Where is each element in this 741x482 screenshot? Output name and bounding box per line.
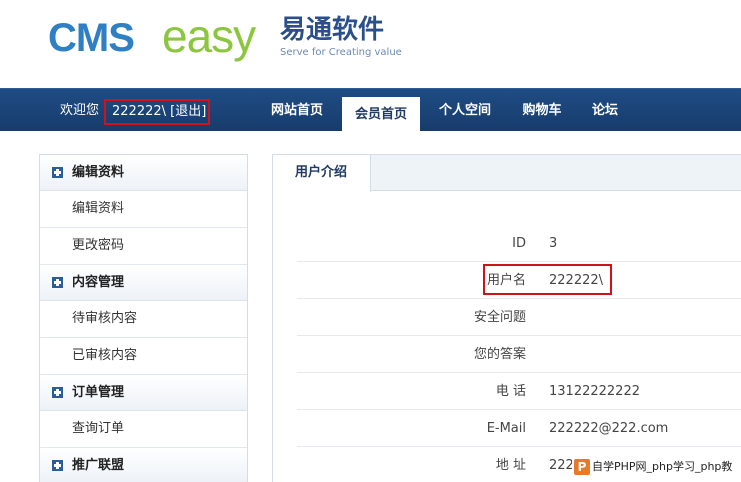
info-row-phone: 电 话 13122222222 [297, 373, 741, 410]
sidebar-item-change-password[interactable]: 更改密码 [40, 228, 247, 265]
logo-chinese-name: 易通软件 [280, 15, 385, 45]
info-value: 222222@222.com [549, 421, 669, 436]
member-sidebar: 编辑资料 编辑资料 更改密码 内容管理 待审核内容 已审核内容 订单管理 查询订… [39, 154, 248, 482]
logo-easy[interactable]: easy [162, 10, 256, 62]
nav-shopping-cart[interactable]: 购物车 [510, 89, 574, 132]
username-logout-link[interactable]: 222222\ [退出] [104, 99, 210, 125]
info-label: 安全问题 [473, 310, 526, 325]
sidebar-item-pending-content[interactable]: 待审核内容 [40, 301, 247, 338]
user-info-panel: 用户介绍 ID 3 用户名 222222\ 安全问题 您的答案 电 话 1312… [272, 154, 741, 482]
sidebar-section-order-management[interactable]: 订单管理 [40, 375, 247, 411]
sidebar-item-query-orders[interactable]: 查询订单 [40, 411, 247, 448]
welcome-text: 欢迎您 [60, 103, 100, 118]
tab-user-intro[interactable]: 用户介绍 [273, 155, 371, 192]
nav-site-home[interactable]: 网站首页 [258, 89, 336, 132]
info-row-email: E-Mail 222222@222.com [297, 410, 741, 447]
info-label: 地 址 [495, 458, 526, 473]
expand-plus-icon[interactable] [52, 167, 63, 178]
nav-forum[interactable]: 论坛 [582, 89, 628, 132]
expand-plus-icon[interactable] [52, 277, 63, 288]
sidebar-item-edit-profile[interactable]: 编辑资料 [40, 191, 247, 228]
info-label: 电 话 [495, 384, 526, 399]
info-row-security-question: 安全问题 [297, 299, 741, 336]
sidebar-section-title: 编辑资料 [72, 165, 125, 180]
info-row-security-answer: 您的答案 [297, 336, 741, 373]
sidebar-section-affiliate[interactable]: 推广联盟 [40, 448, 247, 482]
php-site-logo-icon: P [574, 459, 590, 475]
sidebar-section-edit-profile[interactable]: 编辑资料 [40, 155, 247, 191]
sidebar-section-title: 推广联盟 [72, 458, 125, 473]
logo-slogan: Serve for Creating value [280, 47, 402, 58]
sidebar-section-title: 订单管理 [72, 385, 125, 400]
info-value: 3 [549, 236, 558, 251]
watermark-text: 自学PHP网_php学习_php教 [592, 460, 733, 473]
expand-plus-icon[interactable] [52, 387, 63, 398]
main-nav-bar: 欢迎您 222222\ [退出] 网站首页 会员首页 个人空间 购物车 论坛 [0, 88, 741, 132]
info-label: ID [512, 236, 526, 251]
panel-tab-bar: 用户介绍 [273, 155, 741, 192]
watermark: P 自学PHP网_php学习_php教 [572, 455, 741, 479]
sidebar-section-title: 内容管理 [72, 275, 125, 290]
logo-cms[interactable]: CMS [48, 14, 135, 62]
info-label: 您的答案 [473, 347, 526, 362]
nav-personal-space[interactable]: 个人空间 [428, 89, 502, 132]
sidebar-section-content-management[interactable]: 内容管理 [40, 265, 247, 301]
info-value: 13122222222 [549, 384, 640, 399]
site-header: CMS easy 易通软件 Serve for Creating value [0, 0, 741, 88]
info-label: E-Mail [486, 421, 526, 436]
nav-member-home[interactable]: 会员首页 [342, 97, 420, 132]
expand-plus-icon[interactable] [52, 460, 63, 471]
info-row-id: ID 3 [297, 225, 741, 262]
sidebar-item-approved-content[interactable]: 已审核内容 [40, 338, 247, 375]
info-value: 222 [549, 458, 574, 473]
username-highlight-box [483, 264, 612, 295]
